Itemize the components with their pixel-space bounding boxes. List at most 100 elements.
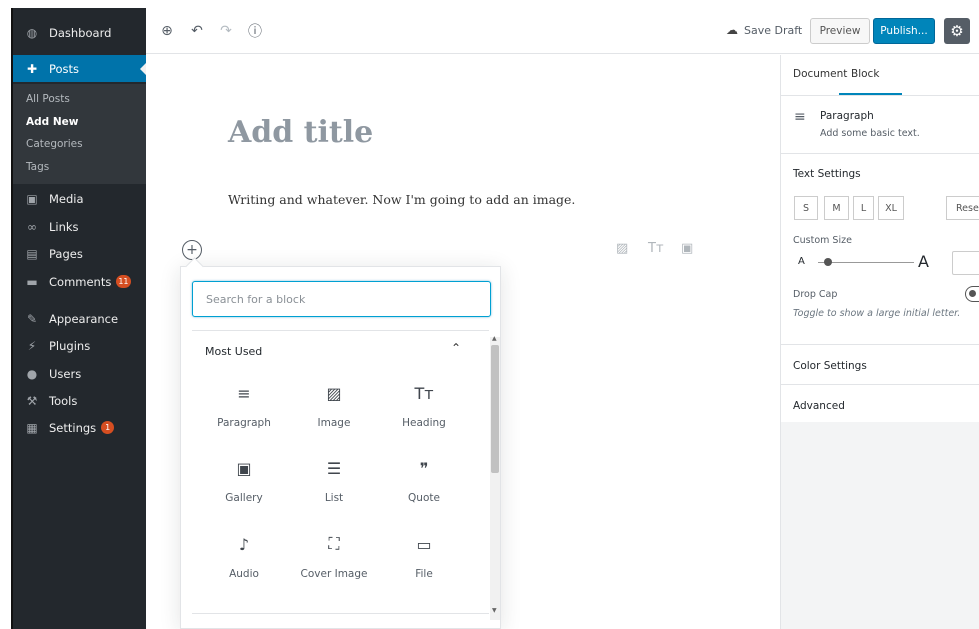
tab-document[interactable]: Document bbox=[793, 68, 847, 80]
menu-item-tools[interactable]: ⚒ Tools bbox=[13, 387, 146, 414]
gallery-icon: ▣ bbox=[236, 458, 252, 478]
menu-item-comments[interactable]: ▬ Comments 11 bbox=[13, 268, 146, 295]
chevron-up-icon[interactable]: ⌃ bbox=[451, 341, 461, 355]
color-settings-panel-toggle[interactable]: Color Settings bbox=[793, 360, 867, 372]
image-icon[interactable]: ▨ bbox=[616, 241, 628, 256]
block-option-quote[interactable]: ❞ Quote bbox=[379, 454, 469, 522]
advanced-panel-toggle[interactable]: Advanced bbox=[793, 400, 845, 412]
font-size-small-button[interactable]: S bbox=[794, 196, 818, 220]
menu-item-dashboard[interactable]: ◍ Dashboard bbox=[13, 19, 146, 46]
menu-item-label: Settings bbox=[49, 420, 97, 435]
block-option-list[interactable]: ☰ List bbox=[289, 454, 379, 522]
cover-image-icon: ⛶ bbox=[328, 534, 340, 553]
block-option-audio[interactable]: ♪ Audio bbox=[199, 530, 289, 598]
submenu-item-tags[interactable]: Tags bbox=[26, 161, 49, 173]
font-size-large-button[interactable]: L bbox=[853, 196, 874, 220]
block-option-gallery[interactable]: ▣ Gallery bbox=[199, 454, 289, 522]
menu-item-appearance[interactable]: ✎ Appearance bbox=[13, 305, 146, 332]
save-draft-label: Save Draft bbox=[744, 23, 803, 37]
publish-button[interactable]: Publish... bbox=[873, 18, 935, 44]
menu-item-users[interactable]: ● Users bbox=[13, 360, 146, 387]
gallery-icon[interactable]: ▣ bbox=[681, 241, 693, 256]
gear-icon[interactable]: ⚙ bbox=[944, 18, 970, 44]
editor-toolbar: ⊕ ↶ ↷ ⓘ ☁ Save Draft Preview Publish... … bbox=[146, 8, 979, 54]
block-option-file[interactable]: ▭ File bbox=[379, 530, 469, 598]
save-draft-button[interactable]: ☁ Save Draft bbox=[726, 23, 802, 37]
font-size-xl-button[interactable]: XL bbox=[878, 196, 904, 220]
heading-icon: Tт bbox=[414, 383, 434, 403]
admin-sidebar: ◍ Dashboard ✚ Posts All Posts Add New Ca… bbox=[11, 8, 146, 629]
block-option-cover-image[interactable]: ⛶ Cover Image bbox=[289, 530, 379, 598]
block-option-paragraph[interactable]: ≡ Paragraph bbox=[199, 379, 289, 447]
settings-icon: ▦ bbox=[26, 420, 38, 435]
appearance-icon: ✎ bbox=[26, 311, 38, 326]
paragraph-block[interactable]: Writing and whatever. Now I'm going to a… bbox=[228, 192, 575, 207]
audio-icon: ♪ bbox=[238, 534, 250, 554]
menu-item-links[interactable]: ∞ Links bbox=[13, 213, 146, 240]
block-option-label: Audio bbox=[229, 568, 259, 580]
divider bbox=[781, 344, 979, 345]
divider bbox=[781, 153, 979, 154]
dashboard-icon: ◍ bbox=[26, 25, 38, 40]
divider bbox=[192, 613, 489, 614]
block-option-label: File bbox=[415, 568, 433, 580]
submenu-item-add-new[interactable]: Add New bbox=[26, 116, 78, 128]
paragraph-icon: ≡ bbox=[237, 383, 251, 403]
post-title-input[interactable]: Add title bbox=[228, 115, 373, 150]
font-size-slider-handle[interactable] bbox=[824, 258, 832, 266]
text-settings-heading[interactable]: Text Settings bbox=[793, 168, 861, 180]
tab-block[interactable]: Block bbox=[851, 68, 879, 80]
undo-icon[interactable]: ↶ bbox=[186, 20, 208, 42]
reset-button[interactable]: Reset bbox=[946, 196, 979, 220]
block-option-label: Gallery bbox=[225, 492, 263, 504]
menu-item-label: Plugins bbox=[49, 338, 91, 353]
sidebar-empty-area bbox=[781, 422, 979, 629]
add-block-icon[interactable]: ⊕ bbox=[156, 20, 178, 42]
settings-count-badge: 1 bbox=[101, 421, 115, 434]
pin-icon: ✚ bbox=[26, 61, 38, 76]
scroll-down-arrow-icon[interactable]: ▼ bbox=[492, 607, 497, 614]
menu-item-media[interactable]: ▣ Media bbox=[13, 185, 146, 212]
plugin-icon: ⚡ bbox=[27, 338, 37, 353]
block-card-title: Paragraph bbox=[820, 110, 874, 122]
font-size-medium-button[interactable]: M bbox=[824, 196, 849, 220]
pages-icon: ▤ bbox=[26, 246, 38, 261]
menu-item-posts[interactable]: ✚ Posts bbox=[13, 55, 146, 82]
block-option-label: Image bbox=[317, 417, 351, 429]
menu-item-plugins[interactable]: ⚡ Plugins bbox=[13, 332, 146, 359]
submenu-item-all-posts[interactable]: All Posts bbox=[26, 93, 70, 105]
link-icon: ∞ bbox=[27, 219, 37, 234]
custom-size-input[interactable] bbox=[952, 251, 979, 275]
block-option-label: List bbox=[324, 492, 344, 504]
settings-sidebar: Document Block ≡ Paragraph Add some basi… bbox=[780, 55, 979, 629]
quote-icon: ❞ bbox=[419, 458, 429, 478]
menu-item-label: Media bbox=[49, 191, 84, 206]
folder-icon: ▭ bbox=[416, 534, 432, 554]
submenu-item-categories[interactable]: Categories bbox=[26, 138, 83, 150]
block-search-input[interactable] bbox=[192, 281, 491, 317]
menu-item-label: Tools bbox=[49, 393, 78, 408]
heading-icon[interactable]: Tт bbox=[648, 241, 664, 256]
block-option-image[interactable]: ▨ Image bbox=[289, 379, 379, 447]
block-option-heading[interactable]: Tт Heading bbox=[379, 379, 469, 447]
divider bbox=[781, 384, 979, 385]
drop-cap-label: Drop Cap bbox=[793, 289, 838, 300]
font-size-slider[interactable] bbox=[818, 262, 914, 263]
drop-cap-help-text: Toggle to show a large initial letter. bbox=[793, 308, 961, 319]
block-inserter-toggle[interactable]: + bbox=[182, 240, 202, 260]
section-title-most-used: Most Used bbox=[205, 345, 263, 358]
preview-button[interactable]: Preview bbox=[810, 18, 870, 44]
comments-count-badge: 11 bbox=[116, 275, 131, 288]
block-option-label: Quote bbox=[408, 492, 440, 504]
menu-item-pages[interactable]: ▤ Pages bbox=[13, 240, 146, 267]
scroll-up-arrow-icon[interactable]: ▲ bbox=[492, 335, 497, 342]
info-icon[interactable]: ⓘ bbox=[244, 20, 266, 42]
redo-icon[interactable]: ↷ bbox=[215, 20, 237, 42]
comment-icon: ▬ bbox=[26, 274, 38, 289]
menu-item-label: Pages bbox=[49, 246, 83, 261]
divider bbox=[192, 330, 489, 331]
inserter-scrollbar-thumb[interactable] bbox=[491, 345, 499, 473]
menu-item-label: Appearance bbox=[49, 311, 119, 326]
menu-item-settings[interactable]: ▦ Settings 1 bbox=[13, 414, 146, 441]
drop-cap-toggle[interactable] bbox=[965, 286, 979, 302]
